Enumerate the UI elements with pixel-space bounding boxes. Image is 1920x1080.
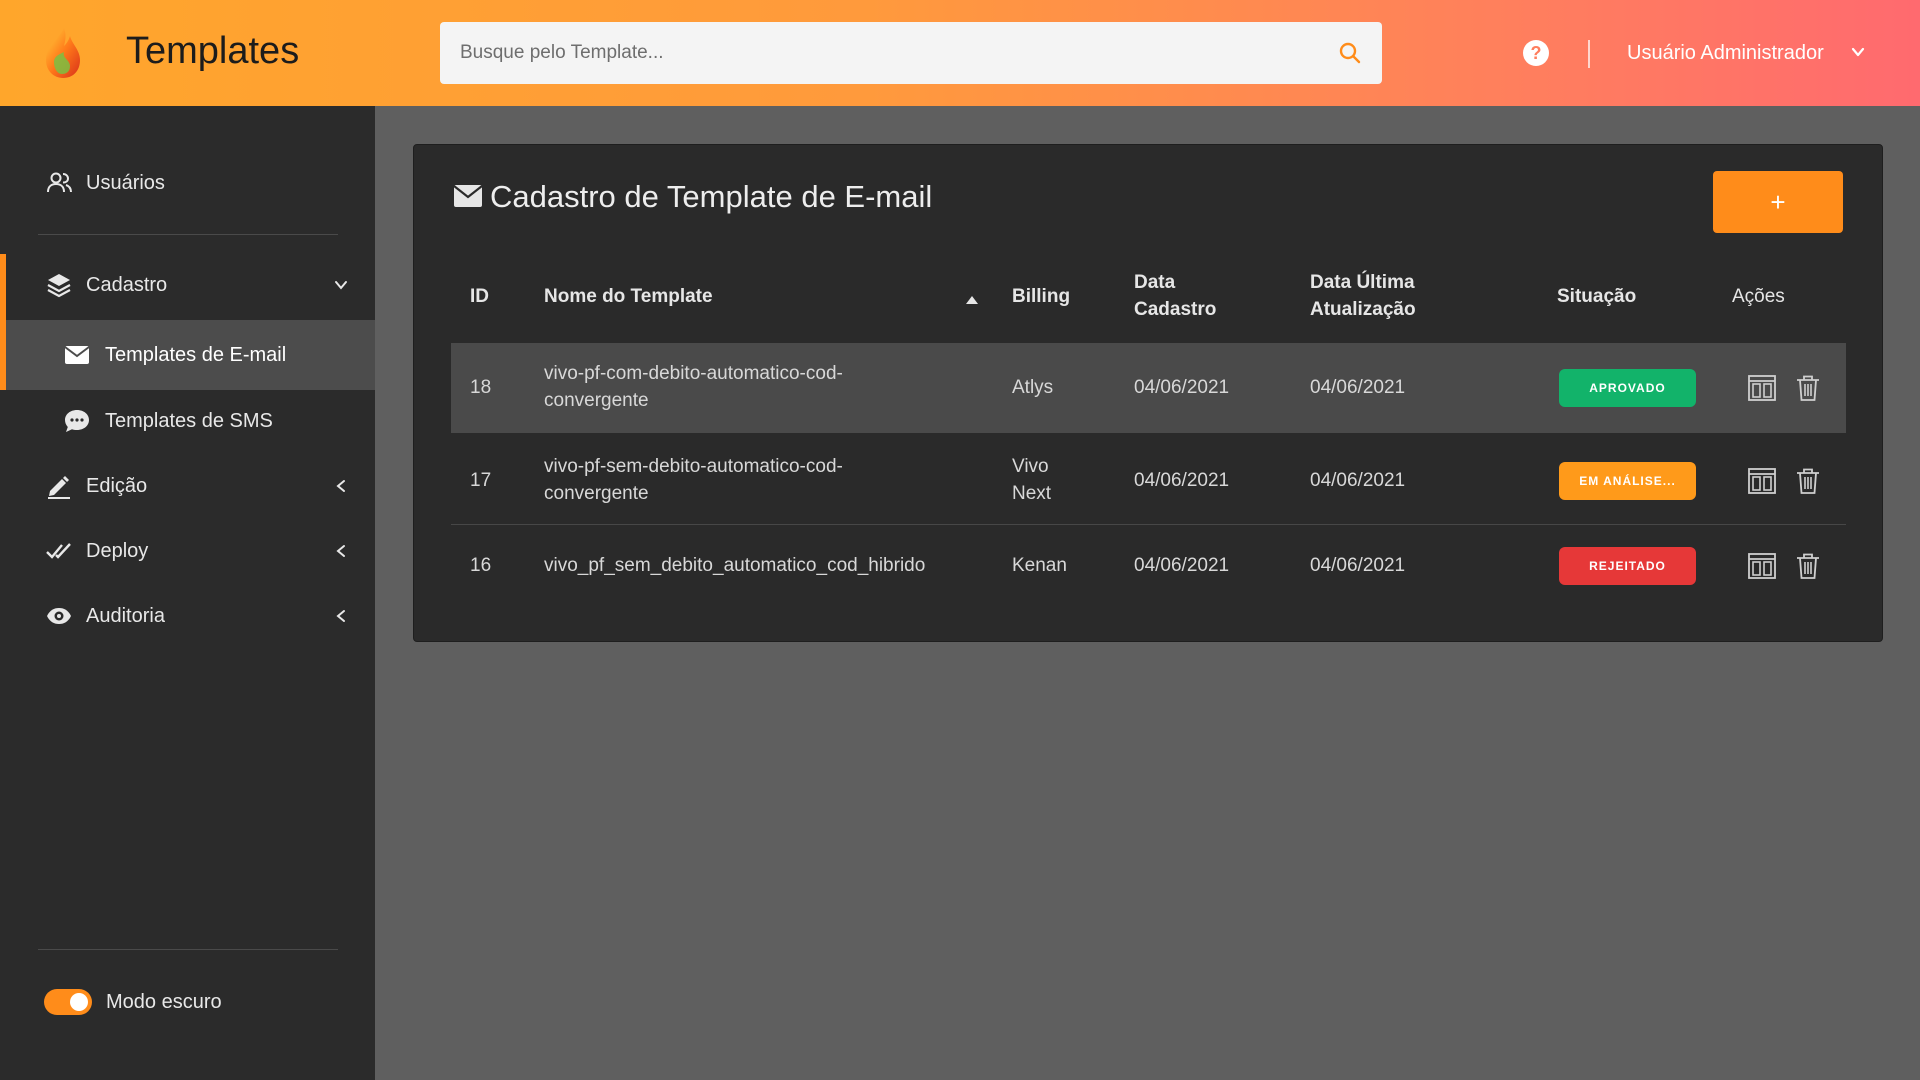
- header-divider: [1588, 40, 1590, 68]
- cell-updated: 04/06/2021: [1310, 377, 1406, 398]
- column-header-status[interactable]: Situação: [1557, 283, 1636, 310]
- sort-ascending-icon[interactable]: [965, 295, 979, 305]
- cell-billing: Vivo Next: [1012, 453, 1051, 507]
- sidebar-divider: [38, 234, 338, 235]
- toggle-knob: [70, 993, 88, 1011]
- name-line: convergente: [544, 483, 649, 504]
- status-badge: APROVADO: [1559, 369, 1696, 407]
- chevron-left-icon: [336, 480, 345, 492]
- sidebar-item-deploy[interactable]: Deploy: [0, 521, 375, 581]
- columns-view-icon[interactable]: [1748, 552, 1776, 580]
- help-icon[interactable]: ?: [1523, 40, 1549, 66]
- sidebar-item-cadastro[interactable]: Cadastro: [0, 254, 375, 316]
- dark-mode-toggle[interactable]: [44, 989, 92, 1015]
- sidebar-item-usuarios[interactable]: Usuários: [0, 152, 375, 214]
- name-line: vivo-pf-sem-debito-automatico-cod-: [544, 456, 843, 477]
- sidebar-item-label: Usuários: [86, 171, 165, 194]
- chat-bubble-icon: [65, 410, 89, 432]
- column-header-actions: Ações: [1732, 286, 1785, 307]
- sidebar-item-edicao[interactable]: Edição: [0, 456, 375, 516]
- search-icon[interactable]: [1338, 41, 1362, 65]
- header-line: Data: [1134, 272, 1176, 293]
- chevron-left-icon: [336, 610, 345, 622]
- active-indicator: [0, 254, 6, 390]
- column-header-updated[interactable]: Data Última Atualização: [1310, 269, 1416, 323]
- billing-line: Vivo: [1012, 456, 1049, 477]
- cell-billing: Kenan: [1012, 555, 1067, 576]
- page-title: Cadastro de Template de E-mail: [490, 179, 933, 214]
- sidebar-item-templates-sms[interactable]: Templates de SMS: [0, 386, 375, 456]
- top-header: Templates ? Usuário Administrador: [0, 0, 1920, 106]
- cell-id: 16: [470, 555, 492, 576]
- search-input[interactable]: [440, 22, 1300, 84]
- header-line: Atualização: [1310, 299, 1416, 320]
- table-row[interactable]: 17 vivo-pf-sem-debito-automatico-cod- co…: [451, 435, 1846, 525]
- table-row[interactable]: 18 vivo-pf-com-debito-automatico-cod- co…: [451, 343, 1846, 433]
- chevron-left-icon: [336, 545, 345, 557]
- envelope-icon: [454, 185, 482, 207]
- cell-name: vivo-pf-sem-debito-automatico-cod- conve…: [544, 453, 843, 507]
- sidebar-item-label: Templates de SMS: [105, 409, 273, 432]
- trash-icon[interactable]: [1794, 552, 1822, 580]
- dark-mode-label: Modo escuro: [106, 991, 222, 1013]
- cell-created: 04/06/2021: [1134, 377, 1230, 398]
- templates-panel: Cadastro de Template de E-mail + ID Nome…: [413, 144, 1883, 642]
- search-box: [440, 22, 1382, 84]
- sidebar-divider: [38, 949, 338, 950]
- column-header-id[interactable]: ID: [470, 283, 489, 310]
- cell-updated: 04/06/2021: [1310, 555, 1406, 576]
- header-line: Cadastro: [1134, 299, 1217, 320]
- column-header-name[interactable]: Nome do Template: [544, 283, 713, 310]
- sidebar-item-label: Cadastro: [86, 273, 168, 296]
- cell-name: vivo_pf_sem_debito_automatico_cod_hibrid…: [544, 555, 926, 576]
- column-header-created[interactable]: Data Cadastro: [1134, 269, 1216, 323]
- layers-icon: [47, 274, 71, 298]
- flame-logo-icon[interactable]: [40, 26, 86, 80]
- sidebar-item-label: Auditoria: [86, 604, 165, 627]
- name-line: convergente: [544, 390, 649, 411]
- sidebar-item-auditoria[interactable]: Auditoria: [0, 586, 375, 646]
- eye-icon: [47, 608, 71, 624]
- app-title: Templates: [126, 30, 300, 72]
- user-menu-name[interactable]: Usuário Administrador: [1627, 42, 1824, 65]
- cell-id: 17: [470, 470, 492, 491]
- trash-icon[interactable]: [1794, 374, 1822, 402]
- name-line: vivo-pf-com-debito-automatico-cod-: [544, 363, 843, 384]
- cell-created: 04/06/2021: [1134, 555, 1230, 576]
- cell-id: 18: [470, 377, 492, 398]
- status-badge: EM ANÁLISE...: [1559, 462, 1696, 500]
- trash-icon[interactable]: [1794, 467, 1822, 495]
- cell-updated: 04/06/2021: [1310, 470, 1406, 491]
- cell-name: vivo-pf-com-debito-automatico-cod- conve…: [544, 360, 843, 414]
- sidebar-item-label: Edição: [86, 474, 148, 497]
- sidebar-item-label: Templates de E-mail: [105, 343, 287, 366]
- header-line: Data Última: [1310, 272, 1415, 293]
- columns-view-icon[interactable]: [1748, 374, 1776, 402]
- add-template-button[interactable]: +: [1713, 171, 1843, 233]
- pencil-icon: [48, 476, 70, 499]
- sidebar-item-templates-email[interactable]: Templates de E-mail: [0, 320, 375, 390]
- table-row[interactable]: 16 vivo_pf_sem_debito_automatico_cod_hib…: [451, 526, 1846, 606]
- double-check-icon: [46, 543, 71, 559]
- chevron-down-icon[interactable]: [1850, 44, 1866, 60]
- columns-view-icon[interactable]: [1748, 467, 1776, 495]
- cell-billing: Atlys: [1012, 377, 1054, 398]
- billing-line: Next: [1012, 483, 1052, 504]
- status-badge: REJEITADO: [1559, 547, 1696, 585]
- users-icon: [47, 172, 72, 193]
- chevron-down-icon: [335, 281, 347, 290]
- cell-created: 04/06/2021: [1134, 470, 1230, 491]
- envelope-icon: [64, 346, 90, 364]
- sidebar: Usuários Cadastro Templates de E-mail Te…: [0, 106, 375, 1080]
- column-header-billing[interactable]: Billing: [1012, 283, 1070, 310]
- sidebar-item-label: Deploy: [86, 539, 149, 562]
